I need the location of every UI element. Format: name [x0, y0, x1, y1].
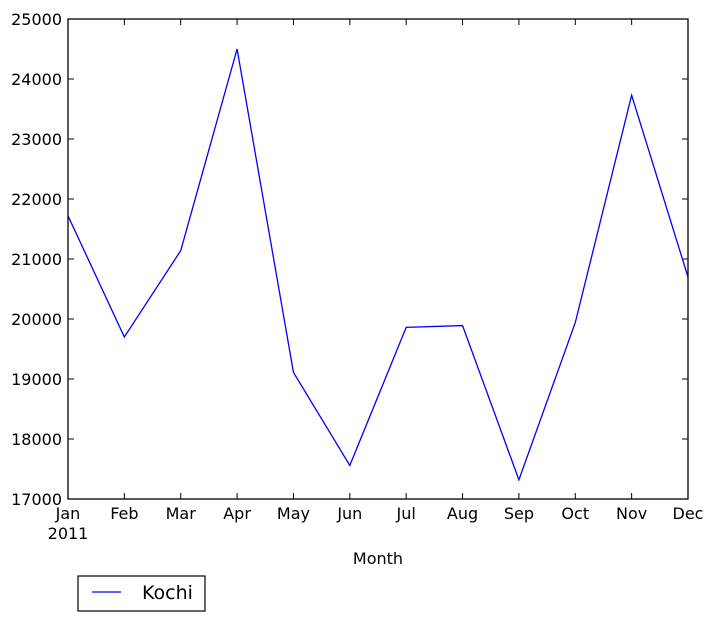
- x-tick-label: Jul: [396, 504, 416, 523]
- y-tick-label: 18000: [11, 430, 62, 449]
- y-tick-label: 19000: [11, 370, 62, 389]
- x-tick-label: Apr: [223, 504, 251, 523]
- y-tick-label: 22000: [11, 190, 62, 209]
- chart-background: [0, 0, 714, 621]
- x-tick-label: Jan: [55, 504, 81, 523]
- x-tick-label: Jun: [336, 504, 362, 523]
- y-tick-label: 24000: [11, 70, 62, 89]
- x-tick-label: Feb: [110, 504, 138, 523]
- legend-entry-kochi: Kochi: [142, 582, 193, 604]
- x-tick-label: Aug: [447, 504, 478, 523]
- y-tick-label: 23000: [11, 130, 62, 149]
- x-tick-label: May: [277, 504, 310, 523]
- x-tick-label: Dec: [673, 504, 704, 523]
- x-tick-label: Nov: [616, 504, 647, 523]
- legend: Kochi: [77, 575, 206, 612]
- y-tick-label: 21000: [11, 250, 62, 269]
- x-tick-label: Mar: [166, 504, 197, 523]
- y-tick-label: 25000: [11, 10, 62, 29]
- x-tick-label: Oct: [561, 504, 589, 523]
- line-chart: 17000 18000 19000 20000 21000 22000 23000 24000…: [0, 0, 714, 621]
- x-axis-title: Month: [353, 549, 403, 568]
- y-tick-label: 17000: [11, 490, 62, 509]
- x-tick-label: Sep: [504, 504, 534, 523]
- y-tick-label: 20000: [11, 310, 62, 329]
- x-year-label: 2011: [48, 524, 89, 543]
